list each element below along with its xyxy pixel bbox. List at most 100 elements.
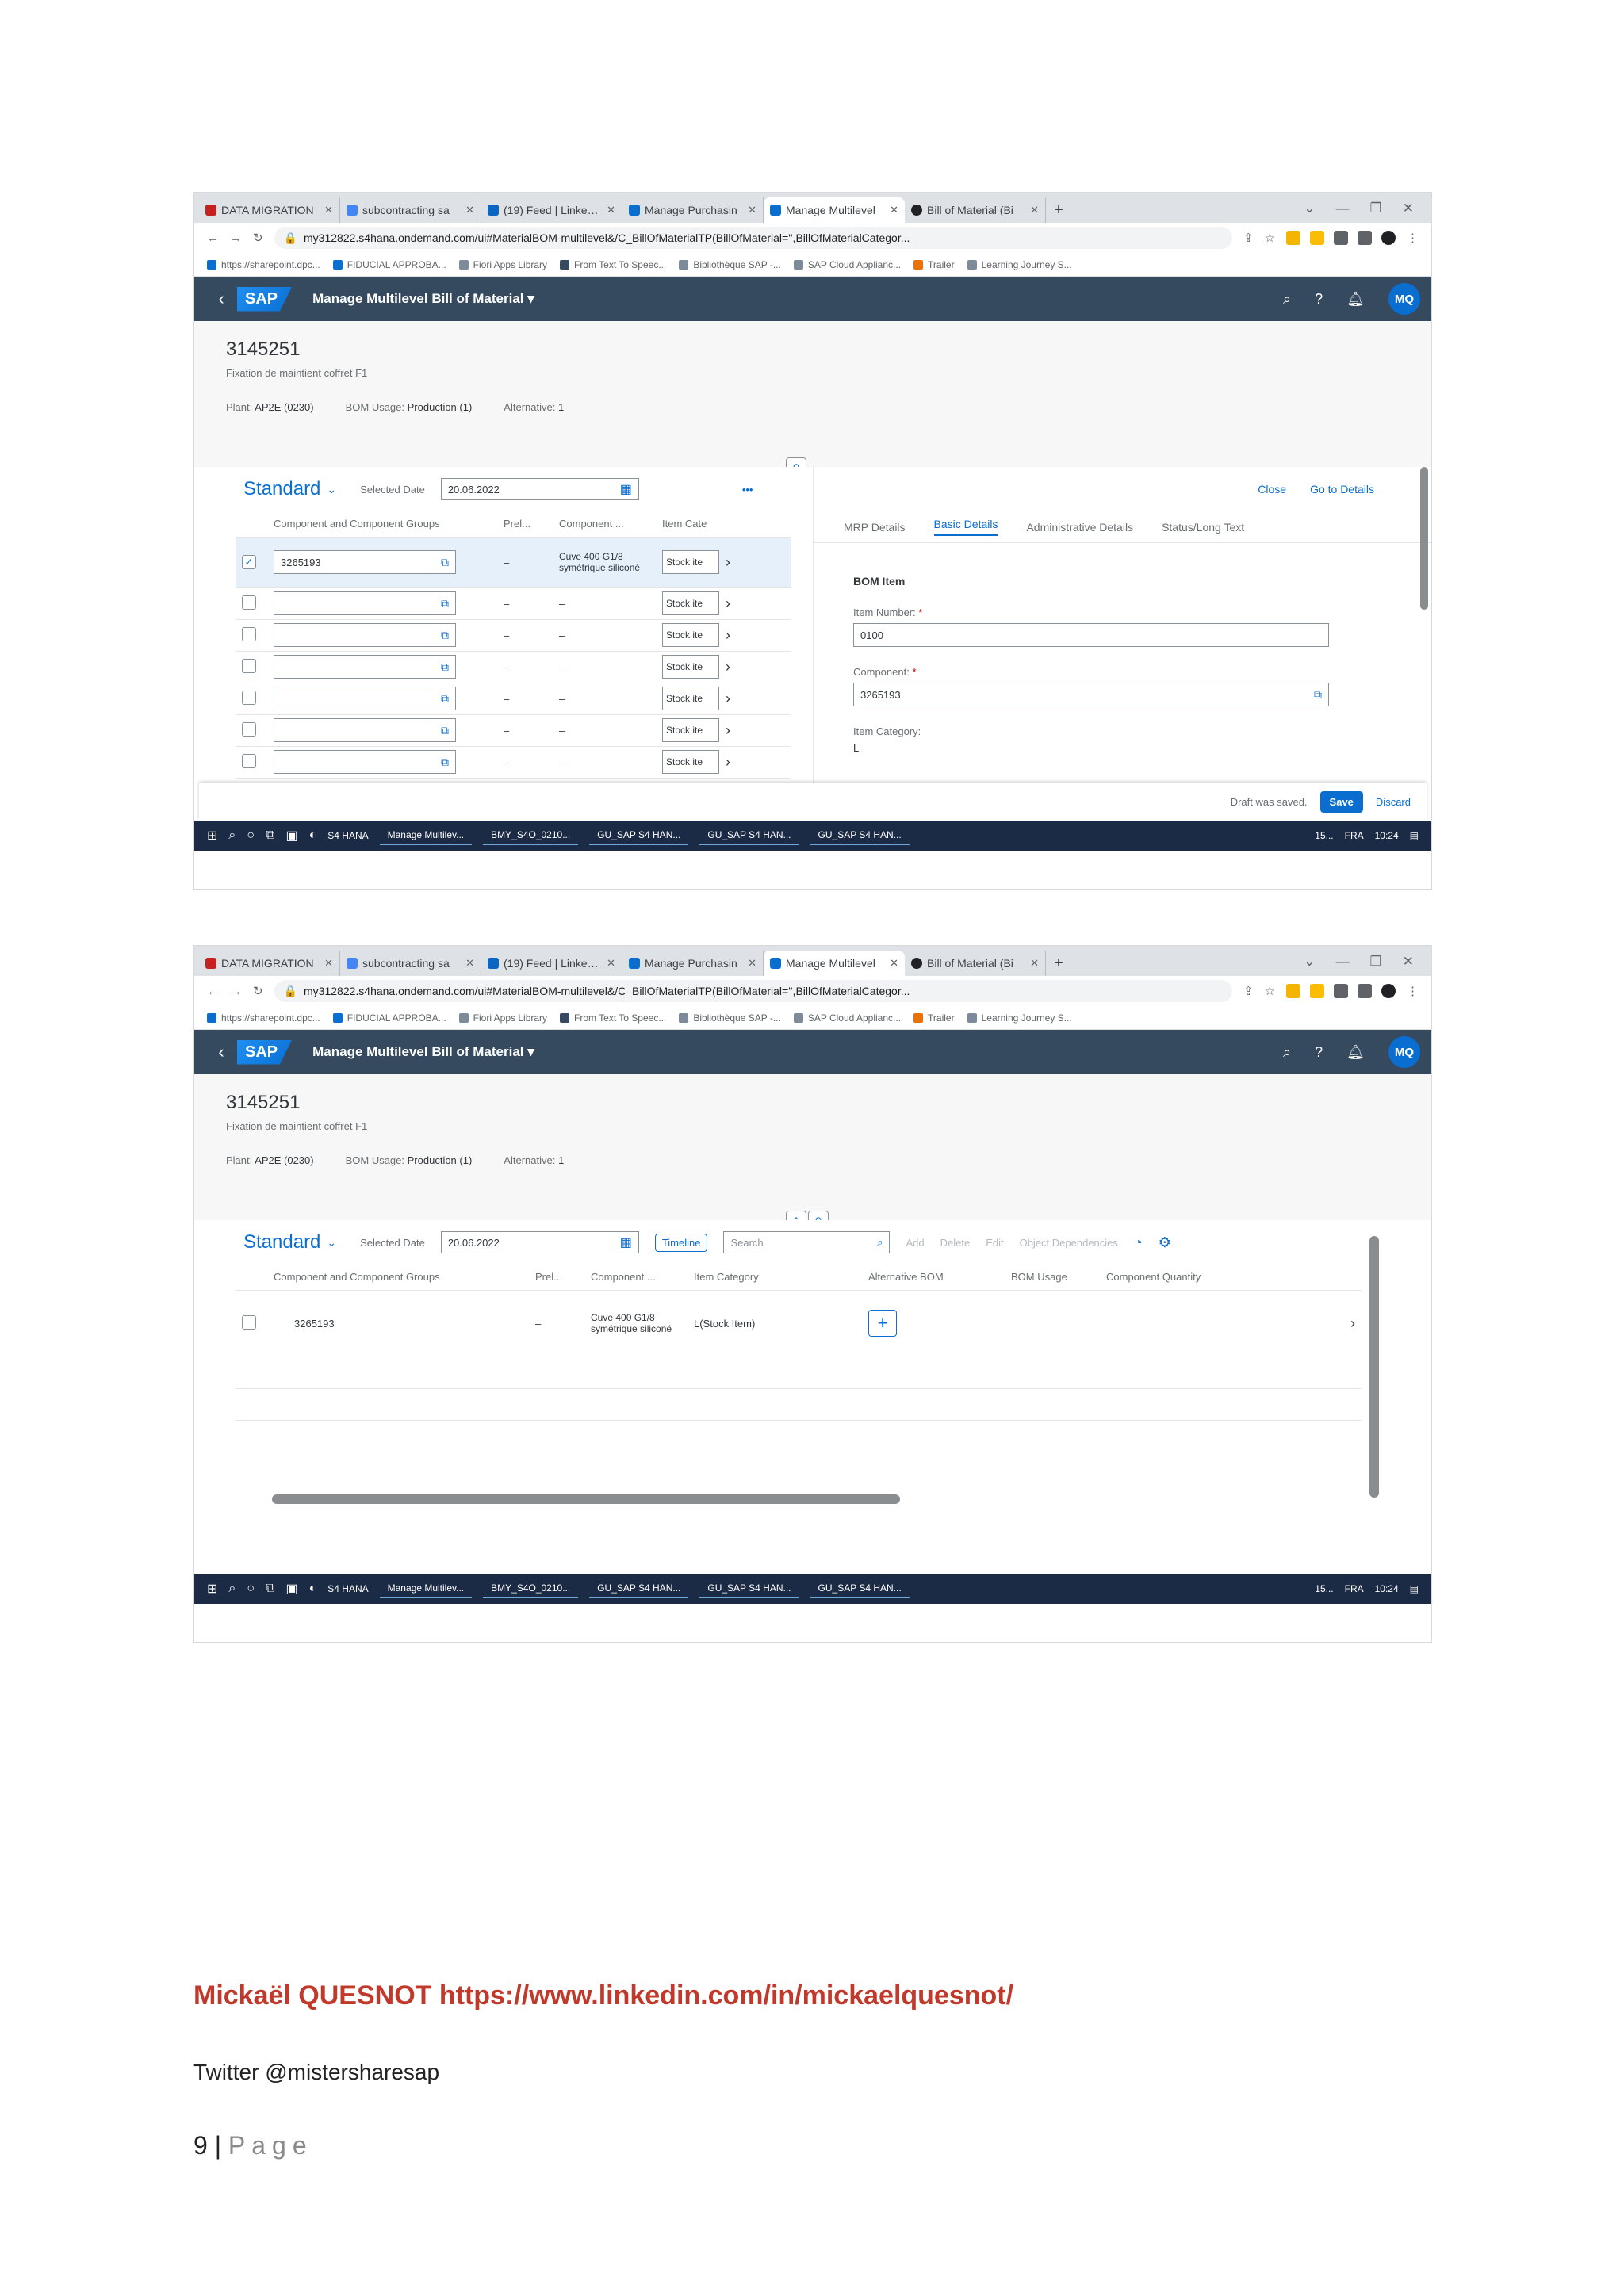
bookmark[interactable]: FIDUCIAL APPROBA... [332,259,446,270]
browser-tab[interactable]: subcontracting sa ✕ [340,197,481,223]
star-icon[interactable]: ☆ [1265,984,1275,998]
browser-tab[interactable]: Bill of Material (Bi ✕ [905,197,1046,223]
table-row[interactable]: ⧉ – – Stock ite › [236,619,791,652]
tab-administrative-details[interactable]: Administrative Details [1026,521,1133,534]
close-icon[interactable]: ✕ [324,957,333,970]
app-title-menu[interactable]: Manage Multilevel Bill of Material ▾ [312,1044,534,1060]
restore-icon[interactable]: ❐ [1370,201,1382,216]
weather-text[interactable]: 15... [1315,830,1333,841]
kebab-menu-icon[interactable]: ⋮ [1407,231,1419,245]
component-input[interactable]: ⧉ [274,718,456,742]
col-header[interactable]: Item Category [688,1265,862,1291]
vertical-scrollbar[interactable] [1420,467,1428,610]
browser-tab[interactable]: (19) Feed | LinkedIn ✕ [481,951,622,976]
add-button[interactable]: Add [906,1237,924,1249]
item-category-select[interactable]: Stock ite [662,655,719,679]
bookmark[interactable]: Fiori Apps Library [458,1012,547,1024]
chevron-right-icon[interactable]: › [726,754,730,771]
taskbar-item[interactable]: BMY_S4O_0210... [483,826,579,845]
date-picker[interactable]: 20.06.2022 ▦ [440,1231,639,1253]
bookmark[interactable]: Trailer [914,1012,955,1024]
close-icon[interactable]: ✕ [607,957,615,970]
row-checkbox[interactable] [242,721,256,737]
close-icon[interactable]: ✕ [890,204,898,216]
close-button[interactable]: Close [1258,483,1286,496]
close-icon[interactable]: ✕ [890,957,898,970]
value-help-icon[interactable]: ⧉ [441,597,449,610]
col-header[interactable]: Component ... [584,1265,688,1291]
task-view-icon[interactable]: ⧉ [266,828,274,843]
bookmark[interactable]: FIDUCIAL APPROBA... [332,1012,446,1024]
item-category-select[interactable]: Stock ite [662,623,719,647]
bookmark[interactable]: https://sharepoint.dpc... [207,1012,320,1024]
extension-icon[interactable] [1358,231,1372,245]
horizontal-scrollbar[interactable] [272,1494,900,1504]
col-header[interactable]: Component and Component Groups [267,511,497,538]
bell-icon[interactable]: 🔔︎ [1346,291,1365,308]
table-row[interactable]: ⧉ – – Stock ite › [236,714,791,747]
tab-basic-details[interactable]: Basic Details [933,518,998,536]
share-icon[interactable]: ⇪ [1243,984,1254,998]
cortana-icon[interactable]: ○ [247,828,255,843]
value-help-icon[interactable]: ⧉ [441,756,449,769]
chevron-right-icon[interactable]: › [726,722,730,739]
row-checkbox[interactable] [242,658,256,673]
gear-icon[interactable]: ⚙ [1159,1234,1171,1251]
component-input[interactable]: ⧉ [274,591,456,615]
browser-tab-active[interactable]: Manage Multilevel ✕ [764,951,905,976]
minimize-icon[interactable]: — [1336,201,1350,216]
back-icon[interactable]: ‹ [205,289,237,309]
table-row-selected[interactable]: ✓ 3265193 ⧉ – Cuve 400 G1/8 symétrique si… [236,537,791,588]
component-input[interactable]: ⧉ [274,750,456,774]
row-checkbox[interactable] [242,595,256,610]
item-number-input[interactable]: 0100 [853,623,1329,647]
date-picker[interactable]: 20.06.2022 ▦ [440,478,639,500]
value-help-icon[interactable]: ⧉ [441,660,449,674]
chevron-right-icon[interactable]: › [726,659,730,675]
new-tab-button[interactable]: + [1046,951,1071,976]
notification-icon[interactable]: ▤ [1410,830,1419,841]
close-icon[interactable]: ✕ [324,204,333,216]
component-input[interactable]: 3265193 ⧉ [853,683,1329,706]
col-header[interactable]: Component Quantity [1100,1265,1362,1291]
row-checkbox[interactable] [242,690,256,705]
clock[interactable]: 10:24 [1375,1583,1399,1594]
component-input[interactable]: 3265193 ⧉ [274,550,456,574]
avatar[interactable]: MQ [1388,283,1420,315]
back-icon[interactable]: ‹ [205,1042,237,1062]
close-icon[interactable]: ✕ [748,204,756,216]
bookmark[interactable]: From Text To Speec... [560,259,666,270]
table-row[interactable]: ⧉ – – Stock ite › [236,587,791,620]
calendar-icon[interactable]: ▦ [620,1234,632,1250]
share-icon[interactable]: ⇪ [1243,231,1254,245]
search-icon[interactable]: ⌕ [1283,291,1291,308]
forward-arrow-icon[interactable]: → [230,232,242,245]
address-bar[interactable]: 🔒 my312822.s4hana.ondemand.com/ui#Materia… [274,227,1232,249]
taskbar-item[interactable]: GU_SAP S4 HAN... [589,826,689,845]
browser-tab[interactable]: DATA MIGRATION ✕ [199,951,340,976]
row-checkbox[interactable] [242,626,256,641]
item-category-select[interactable]: Stock ite [662,591,719,615]
extension-icon[interactable] [1358,984,1372,998]
cortana-icon[interactable]: ○ [247,1582,255,1596]
component-input[interactable]: ⧉ [274,655,456,679]
profile-icon[interactable] [1381,231,1396,245]
variant-selector[interactable]: Standard ⌄ [243,478,336,500]
taskbar-item[interactable]: GU_SAP S4 HAN... [589,1579,689,1598]
browser-tab[interactable]: Manage Purchasin ✕ [622,951,764,976]
extension-icon[interactable] [1286,231,1300,245]
item-category-select[interactable]: Stock ite [662,687,719,710]
value-help-icon[interactable]: ⧉ [441,629,449,642]
bookmark[interactable]: Bibliothèque SAP -... [679,1012,781,1024]
chevron-down-icon[interactable]: ⌄ [1304,954,1315,970]
browser-tab[interactable]: DATA MIGRATION ✕ [199,197,340,223]
vertical-scrollbar[interactable] [1369,1236,1379,1498]
language-indicator[interactable]: FRA [1345,1583,1364,1594]
delete-button[interactable]: Delete [940,1237,971,1249]
value-help-icon[interactable]: ⧉ [441,724,449,737]
new-tab-button[interactable]: + [1046,197,1071,223]
avatar[interactable]: MQ [1388,1036,1420,1068]
tab-mrp-details[interactable]: MRP Details [844,521,906,534]
item-category-select[interactable]: Stock ite [662,718,719,742]
search-icon[interactable]: ⌕ [1283,1044,1291,1061]
